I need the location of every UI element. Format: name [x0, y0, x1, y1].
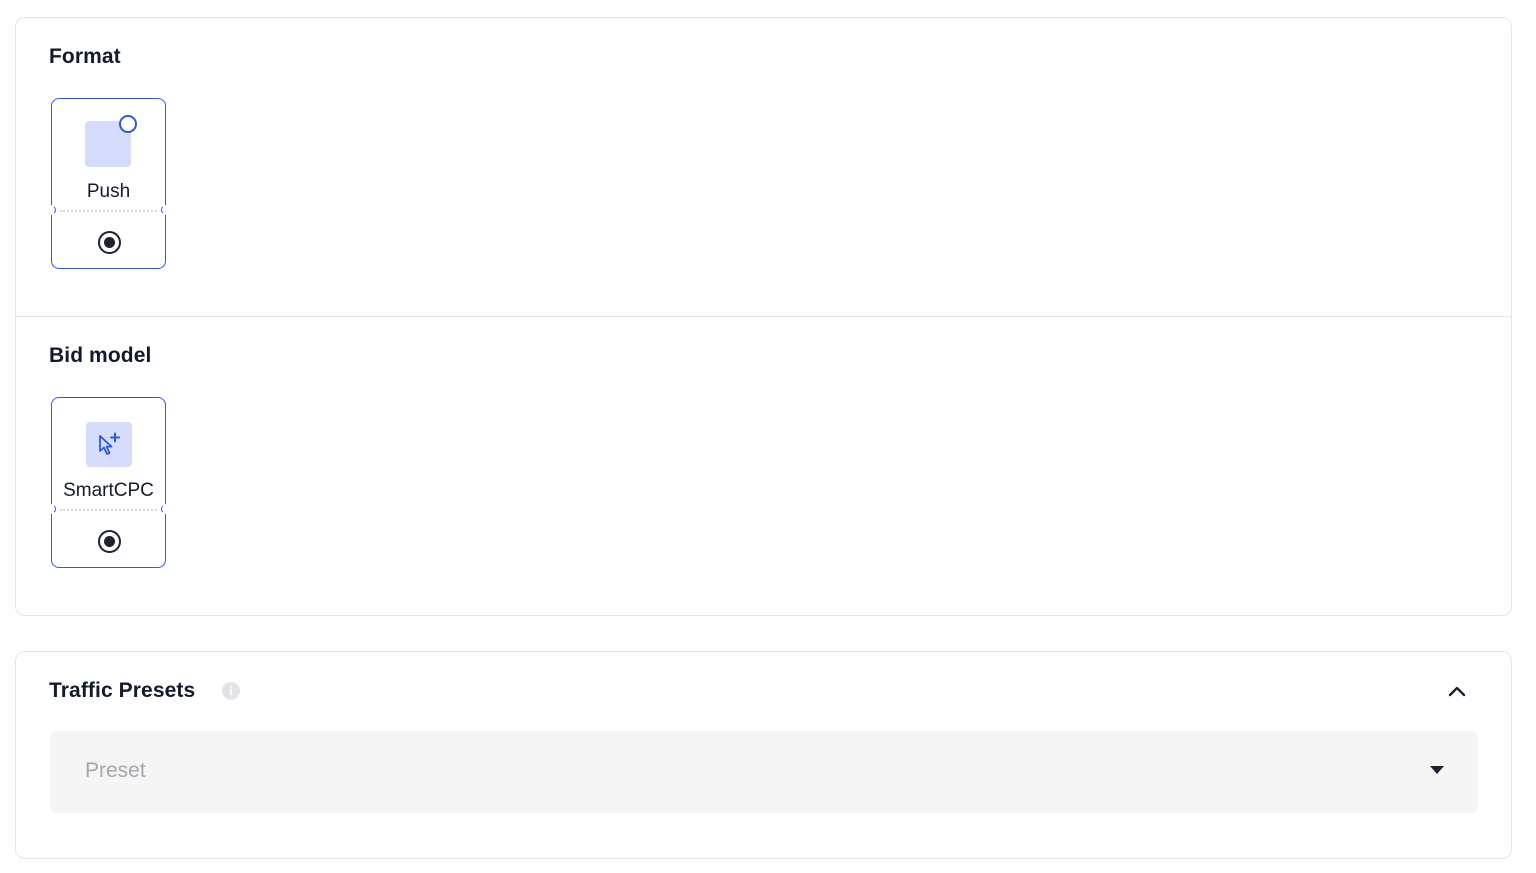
collapse-chevron-up-icon[interactable]	[1445, 680, 1469, 704]
traffic-presets-panel: Traffic Presets i Preset	[15, 651, 1512, 859]
card-notch-left	[46, 504, 56, 514]
card-notch-right	[161, 205, 171, 215]
info-icon[interactable]: i	[222, 682, 240, 700]
card-notch-right	[161, 504, 171, 514]
preset-select-placeholder: Preset	[85, 759, 146, 782]
card-perforation	[60, 210, 157, 212]
format-option-radio[interactable]	[98, 231, 121, 254]
section-divider	[16, 316, 1511, 317]
bid-model-option-radio[interactable]	[98, 530, 121, 553]
format-section-title: Format	[49, 45, 121, 68]
format-option-push[interactable]: Push	[46, 98, 171, 269]
card-notch-left	[46, 205, 56, 215]
bid-model-section-title: Bid model	[49, 344, 152, 367]
card-perforation	[60, 509, 157, 511]
traffic-presets-title: Traffic Presets	[49, 679, 196, 702]
cursor-plus-icon	[86, 422, 132, 467]
campaign-settings-panel: Format Push Bid model SmartCPC	[15, 17, 1512, 616]
bid-model-option-label: SmartCPC	[63, 480, 154, 501]
bid-model-option-smartcpc[interactable]: SmartCPC	[46, 397, 171, 568]
notification-dot-icon	[119, 115, 137, 133]
format-option-label: Push	[86, 181, 131, 202]
preset-select[interactable]: Preset	[50, 731, 1478, 813]
chevron-down-icon	[1430, 766, 1444, 774]
